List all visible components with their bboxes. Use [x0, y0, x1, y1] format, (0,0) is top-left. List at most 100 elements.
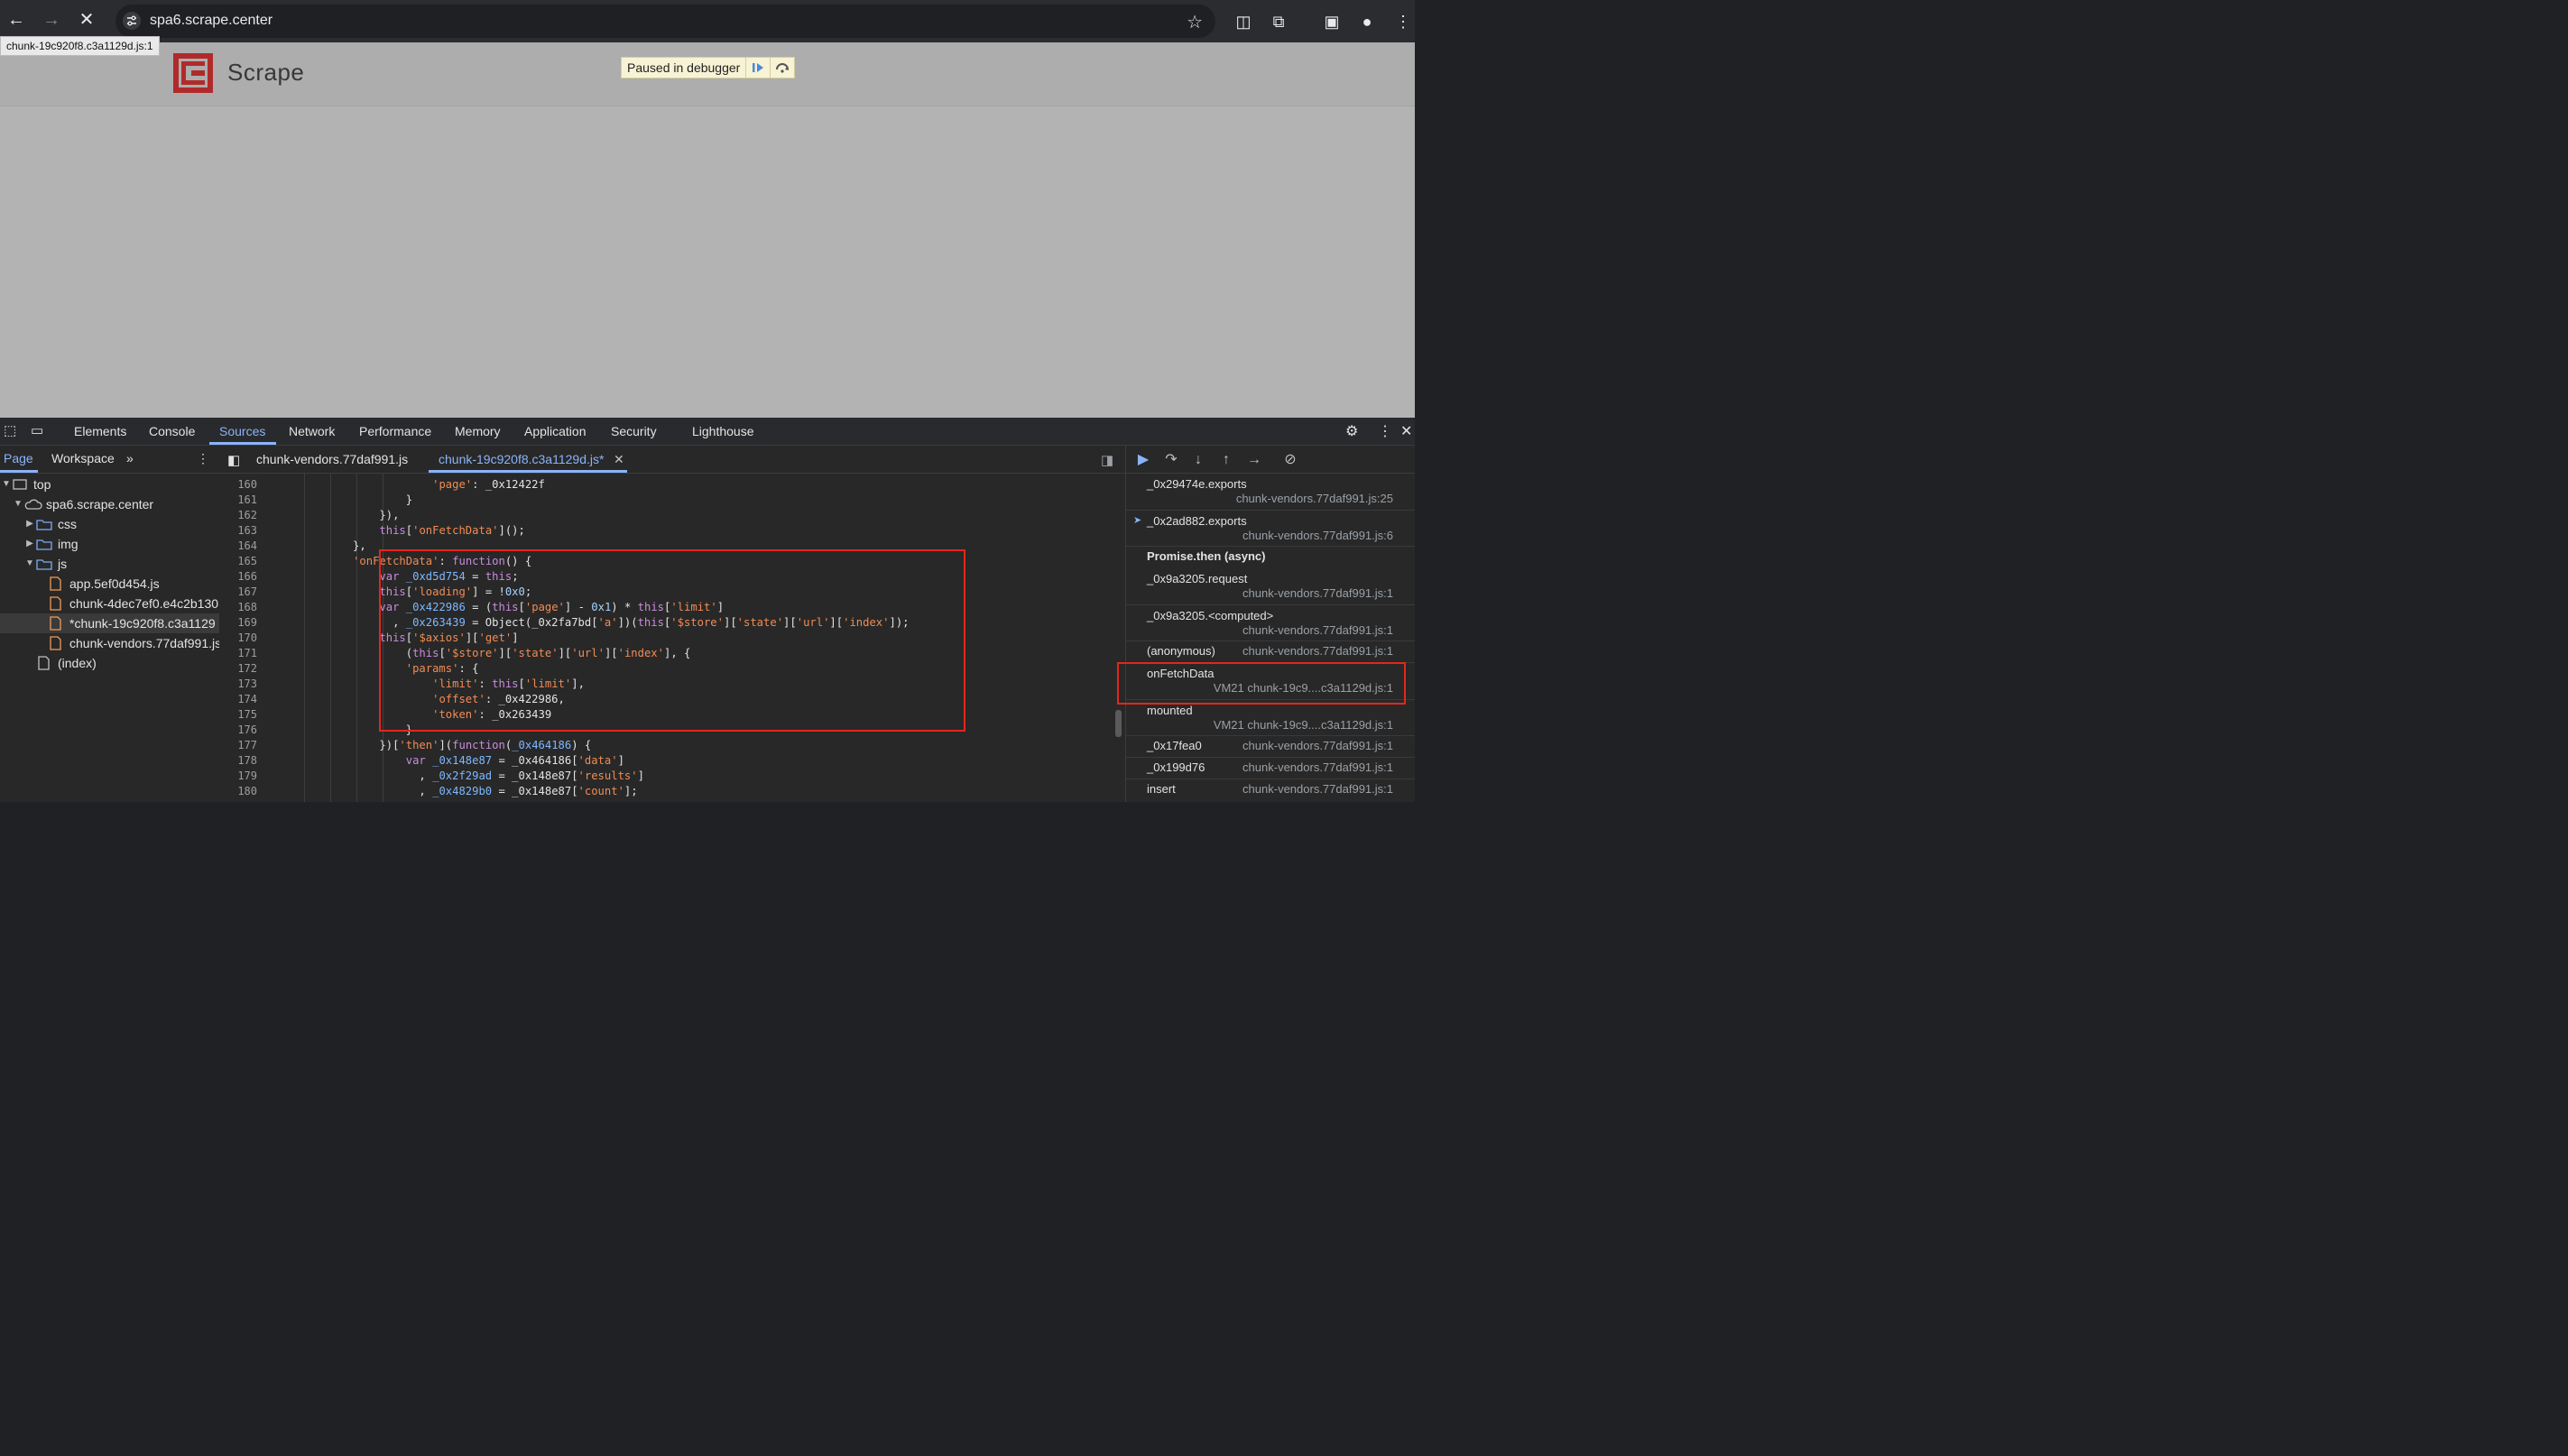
line-number[interactable]: 176	[219, 723, 257, 736]
tab-elements[interactable]: Elements	[74, 424, 126, 438]
tree-label: chunk-4dec7ef0.e4c2b130	[69, 596, 219, 611]
tree-label: js	[58, 557, 68, 571]
step-into-icon[interactable]: ↓	[1189, 451, 1207, 469]
tab-application[interactable]: Application	[524, 424, 587, 438]
devtools-menu-icon[interactable]: ⋮	[1378, 422, 1392, 440]
line-number[interactable]: 179	[219, 769, 257, 782]
tree-item-index[interactable]: (index)	[0, 653, 219, 673]
line-number[interactable]: 171	[219, 647, 257, 659]
code-line: }),	[273, 509, 400, 521]
tab-security[interactable]: Security	[611, 424, 657, 438]
inspect-element-icon[interactable]: ⬚	[4, 422, 16, 438]
tab-page[interactable]: Page	[4, 451, 33, 465]
tab-sources[interactable]: Sources	[219, 424, 265, 438]
tree-item-js[interactable]: ▼ js	[0, 554, 219, 574]
line-number[interactable]: 172	[219, 662, 257, 675]
line-number[interactable]: 180	[219, 785, 257, 797]
line-number[interactable]: 160	[219, 478, 257, 491]
nav-tab-indicator	[0, 470, 38, 473]
resume-icon[interactable]	[745, 58, 770, 78]
tree-item-top[interactable]: ▼ top	[0, 475, 219, 494]
editor-tab-vendors[interactable]: chunk-vendors.77daf991.js	[256, 452, 408, 466]
tree-item-domain[interactable]: ▼ spa6.scrape.center	[0, 494, 219, 514]
editor-tab-chunk[interactable]: chunk-19c920f8.c3a1129d.js*	[439, 452, 604, 466]
call-frame-current[interactable]: ➤ _0x2ad882.exports chunk-vendors.77daf9…	[1126, 510, 1415, 547]
browser-menu-icon[interactable]: ⋮	[1392, 11, 1414, 32]
line-number[interactable]: 175	[219, 708, 257, 721]
code-line: 'page': _0x12422f	[432, 478, 545, 491]
extensions-icon[interactable]: ⧉	[1268, 11, 1289, 32]
call-frame[interactable]: _0x29474e.exports chunk-vendors.77daf991…	[1126, 473, 1415, 511]
line-number[interactable]: 173	[219, 677, 257, 690]
step-icon[interactable]: →	[1245, 451, 1263, 469]
tree-item-img[interactable]: ▶ img	[0, 534, 219, 554]
tab-console[interactable]: Console	[149, 424, 195, 438]
resume-icon[interactable]: ▶	[1134, 451, 1152, 469]
editor-tabbar: ◧ chunk-vendors.77daf991.js chunk-19c920…	[219, 446, 1125, 474]
line-number[interactable]: 162	[219, 509, 257, 521]
frame-function: _0x9a3205.request	[1147, 572, 1248, 585]
forward-icon[interactable]: →	[41, 9, 62, 31]
frame-location: VM21 chunk-19c9....c3a1129d.js:1	[1213, 718, 1393, 732]
back-icon[interactable]: ←	[5, 9, 27, 31]
call-frame[interactable]: insert chunk-vendors.77daf991.js:1	[1126, 779, 1415, 800]
line-number[interactable]: 177	[219, 739, 257, 751]
tab-workspace[interactable]: Workspace	[51, 451, 115, 465]
step-over-icon[interactable]	[770, 58, 794, 78]
step-over-icon[interactable]: ↷	[1162, 451, 1180, 469]
site-settings-icon[interactable]	[123, 12, 141, 30]
scrape-logo[interactable]	[173, 53, 213, 93]
navigator-menu-icon[interactable]: ⋮	[197, 451, 209, 466]
stop-icon[interactable]: ✕	[76, 9, 97, 31]
call-frame[interactable]: _0x9a3205.request chunk-vendors.77daf991…	[1126, 567, 1415, 605]
editor-scrollbar[interactable]	[1115, 710, 1122, 737]
line-number[interactable]: 167	[219, 585, 257, 598]
side-panel-icon[interactable]: ▣	[1321, 11, 1343, 32]
call-frame[interactable]: _0x17fea0 chunk-vendors.77daf991.js:1	[1126, 735, 1415, 758]
close-devtools-icon[interactable]: ✕	[1400, 422, 1412, 440]
tab-lighthouse[interactable]: Lighthouse	[692, 424, 754, 438]
frame-function: (anonymous)	[1147, 644, 1215, 658]
folder-icon	[36, 520, 52, 530]
tree-item-file[interactable]: app.5ef0d454.js	[0, 574, 219, 594]
line-number[interactable]: 165	[219, 555, 257, 567]
frame-function: _0x17fea0	[1147, 739, 1202, 752]
line-number[interactable]: 163	[219, 524, 257, 537]
device-toolbar-icon[interactable]: ▭	[31, 422, 43, 438]
frame-function: _0x9a3205.<computed>	[1147, 609, 1274, 622]
settings-gear-icon[interactable]: ⚙	[1345, 422, 1358, 440]
profile-icon[interactable]: ●	[1356, 11, 1378, 32]
line-number[interactable]: 174	[219, 693, 257, 705]
tab-memory[interactable]: Memory	[455, 424, 501, 438]
address-bar[interactable]: spa6.scrape.center ☆	[115, 5, 1215, 38]
call-frame[interactable]: (anonymous) chunk-vendors.77daf991.js:1	[1126, 640, 1415, 663]
folder-icon	[36, 559, 52, 570]
tab-performance[interactable]: Performance	[359, 424, 431, 438]
line-number[interactable]: 170	[219, 631, 257, 644]
toggle-navigator-icon[interactable]: ◧	[227, 452, 240, 468]
line-number[interactable]: 168	[219, 601, 257, 613]
call-frame[interactable]: mounted VM21 chunk-19c9....c3a1129d.js:1	[1126, 699, 1415, 736]
toggle-debugger-icon[interactable]: ◨	[1101, 452, 1113, 468]
step-out-icon[interactable]: ↑	[1217, 451, 1235, 469]
bookmark-star-icon[interactable]: ☆	[1187, 11, 1203, 33]
line-number[interactable]: 166	[219, 570, 257, 583]
line-number[interactable]: 178	[219, 754, 257, 767]
site-brand[interactable]: Scrape	[227, 59, 304, 87]
close-tab-icon[interactable]: ✕	[614, 452, 624, 467]
line-number[interactable]: 169	[219, 616, 257, 629]
line-number[interactable]: 161	[219, 493, 257, 506]
incognito-lens-icon[interactable]: ◫	[1233, 11, 1254, 32]
tree-item-css[interactable]: ▶ css	[0, 514, 219, 534]
tree-item-file[interactable]: chunk-4dec7ef0.e4c2b130	[0, 594, 219, 613]
paused-text: Paused in debugger	[627, 60, 741, 75]
tab-network[interactable]: Network	[289, 424, 335, 438]
line-number[interactable]: 164	[219, 539, 257, 552]
tree-item-file[interactable]: chunk-vendors.77daf991.js	[0, 633, 219, 653]
deactivate-breakpoints-icon[interactable]: ⊘	[1281, 451, 1299, 469]
more-tabs-icon[interactable]: »	[126, 451, 134, 465]
tree-item-file-selected[interactable]: *chunk-19c920f8.c3a1129	[0, 613, 219, 633]
code-line: , _0x2f29ad = _0x148e87['results']	[273, 769, 644, 782]
call-frame[interactable]: _0x9a3205.<computed> chunk-vendors.77daf…	[1126, 604, 1415, 641]
call-frame[interactable]: _0x199d76 chunk-vendors.77daf991.js:1	[1126, 757, 1415, 779]
